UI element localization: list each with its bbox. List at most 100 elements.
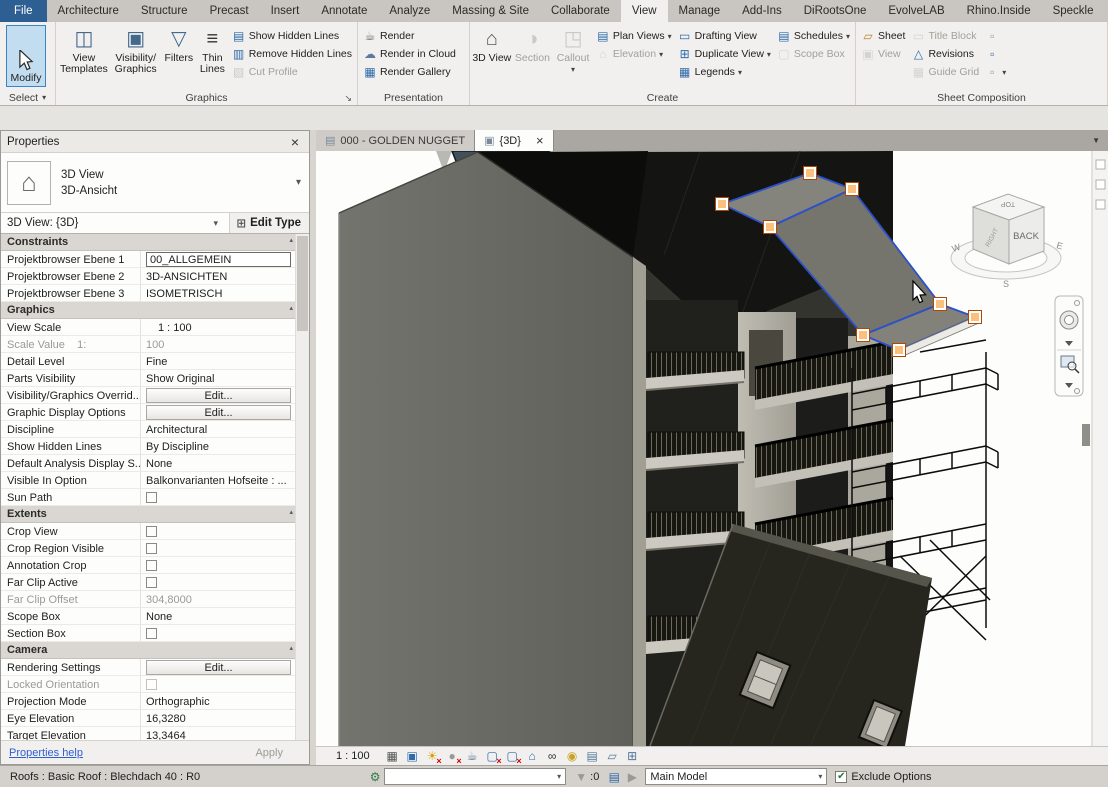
render-button[interactable]: ☕ Render [360, 27, 459, 45]
ribbon-tab-rhino-inside[interactable]: Rhino.Inside [956, 0, 1042, 22]
ribbon-tab-structure[interactable]: Structure [130, 0, 199, 22]
view-selector-dropdown-icon[interactable]: ▾ [213, 218, 229, 229]
select-panel-label[interactable]: Select▾ [2, 90, 53, 105]
section-header-camera[interactable]: Camera▴ [1, 642, 309, 659]
property-checkbox[interactable] [146, 628, 157, 639]
ribbon-tab-dirootsone[interactable]: DiRootsOne [793, 0, 878, 22]
close-view-tab-icon[interactable]: × [536, 133, 544, 148]
property-value[interactable]: Fine [141, 353, 295, 369]
section-header-constraints[interactable]: Constraints▴ [1, 234, 309, 251]
ribbon-tab-modify[interactable]: Modify [1105, 0, 1108, 22]
edit-type-button[interactable]: ⊞ Edit Type [229, 213, 309, 233]
schedules-button[interactable]: ▤ Schedules ▾ [774, 27, 853, 45]
exclude-options-checkbox[interactable]: ✔ [835, 771, 847, 783]
render-gallery-button[interactable]: ▦ Render Gallery [360, 63, 459, 81]
view-tab-1[interactable]: ▤000 - GOLDEN NUGGET [316, 130, 475, 151]
properties-scrollbar-thumb[interactable] [297, 236, 308, 331]
property-value[interactable]: Balkonvarianten Hofseite : ... [141, 472, 295, 488]
view-templates-button[interactable]: ◫ View Templates [58, 24, 110, 88]
filters-button[interactable]: ▽ Filters [162, 24, 197, 88]
property-value[interactable]: 00_ALLGEMEIN [141, 251, 295, 267]
section-button[interactable]: ◑ Section [512, 24, 554, 88]
section-collapse-icon[interactable]: ▴ [289, 236, 293, 244]
property-value[interactable]: 100 [141, 336, 295, 352]
property-value[interactable] [141, 523, 295, 539]
ribbon-tab-speckle[interactable]: Speckle [1042, 0, 1105, 22]
show-analytical-model-icon[interactable]: ▱ [604, 748, 621, 764]
property-value[interactable] [141, 574, 295, 590]
property-checkbox[interactable] [146, 577, 157, 588]
selection-filter-icon[interactable]: ▼ [572, 770, 590, 784]
ribbon-tab-insert[interactable]: Insert [260, 0, 311, 22]
property-value[interactable]: Orthographic [141, 693, 295, 709]
sheet-extra-3-button[interactable]: ▫▾ [982, 63, 1009, 81]
property-value[interactable]: 304,8000 [141, 591, 295, 607]
property-value[interactable]: Show Original [141, 370, 295, 386]
section-collapse-icon[interactable]: ▴ [289, 644, 293, 652]
temporary-hide-isolate-icon[interactable]: ∞ [544, 748, 561, 764]
ribbon-tab-file[interactable]: File [0, 0, 47, 22]
property-value[interactable]: 1 : 100 [141, 319, 295, 335]
edit-option-icon[interactable]: ▶ [623, 770, 641, 784]
property-value[interactable] [141, 557, 295, 573]
show-hidden-lines-button[interactable]: ▤ Show Hidden Lines [229, 27, 355, 45]
property-value[interactable] [141, 676, 295, 692]
plan-views-button[interactable]: ▤ Plan Views ▾ [593, 27, 675, 45]
ribbon-tab-evolvelab[interactable]: EvolveLAB [877, 0, 955, 22]
callout-button[interactable]: ◳ Callout ▾ [553, 24, 593, 88]
legends-button[interactable]: ▦ Legends ▾ [675, 63, 774, 81]
edit-button[interactable]: Edit... [146, 660, 291, 675]
ribbon-tab-annotate[interactable]: Annotate [310, 0, 378, 22]
ribbon-tab-collaborate[interactable]: Collaborate [540, 0, 621, 22]
property-checkbox[interactable] [146, 543, 157, 554]
property-checkbox[interactable] [146, 679, 157, 690]
ribbon-tab-analyze[interactable]: Analyze [378, 0, 441, 22]
ribbon-tab-manage[interactable]: Manage [668, 0, 732, 22]
apply-button[interactable]: Apply [237, 746, 301, 760]
property-value[interactable]: By Discipline [141, 438, 295, 454]
steering-wheel-icon[interactable] [1060, 311, 1078, 329]
sun-path-off-icon[interactable]: ☀× [424, 748, 441, 764]
type-dropdown-icon[interactable]: ▾ [296, 177, 303, 188]
property-value[interactable] [141, 540, 295, 556]
worksets-combobox[interactable]: ▾ [384, 768, 566, 785]
property-value[interactable]: Architectural [141, 421, 295, 437]
modify-button[interactable]: Modify [6, 25, 46, 87]
properties-close-icon[interactable]: × [287, 134, 303, 150]
viewcube-top-label[interactable]: TOP [1001, 200, 1016, 207]
visibility-graphics-button[interactable]: ▣ Visibility/ Graphics [110, 24, 162, 88]
duplicate-view-button[interactable]: ⊞ Duplicate View ▾ [675, 45, 774, 63]
view-tab-2[interactable]: ▣{3D}× [475, 130, 553, 151]
temporary-view-properties-icon[interactable]: ▤ [584, 748, 601, 764]
design-option-combobox[interactable]: Main Model ▾ [645, 768, 827, 785]
3d-view-button[interactable]: ⌂ 3D View [472, 24, 512, 88]
property-value[interactable]: 16,3280 [141, 710, 295, 726]
section-header-graphics[interactable]: Graphics▴ [1, 302, 309, 319]
edit-button[interactable]: Edit... [146, 405, 291, 420]
property-text-input[interactable]: 00_ALLGEMEIN [146, 252, 291, 267]
crop-region-off-icon[interactable]: ▢× [504, 748, 521, 764]
ribbon-tab-add-ins[interactable]: Add-Ins [731, 0, 793, 22]
drafting-view-button[interactable]: ▭ Drafting View [675, 27, 774, 45]
viewcube-front-label[interactable]: BACK [1013, 231, 1040, 242]
property-value[interactable]: ISOMETRISCH [141, 285, 295, 301]
sheet-button[interactable]: ▱ Sheet [858, 27, 908, 45]
sheet-extra-1-button[interactable]: ▫ [982, 27, 1009, 45]
section-collapse-icon[interactable]: ▴ [289, 304, 293, 312]
property-value[interactable] [141, 489, 295, 505]
viewcube-compass-south[interactable]: S [1003, 279, 1009, 289]
property-value[interactable]: 13,3464 [141, 727, 295, 740]
edit-button[interactable]: Edit... [146, 388, 291, 403]
crop-view-off-icon[interactable]: ▢× [484, 748, 501, 764]
properties-scrollbar[interactable] [295, 234, 309, 740]
section-collapse-icon[interactable]: ▴ [289, 508, 293, 516]
reveal-hidden-elements-icon[interactable]: ◉ [564, 748, 581, 764]
property-value[interactable]: 3D-ANSICHTEN [141, 268, 295, 284]
property-value[interactable]: None [141, 608, 295, 624]
show-rendering-dialog-icon[interactable]: ☕ [464, 748, 481, 764]
shadows-off-icon[interactable]: ●× [444, 748, 461, 764]
render-in-cloud-button[interactable]: ☁ Render in Cloud [360, 45, 459, 63]
design-options-icon[interactable]: ▤ [605, 770, 623, 784]
main-wall[interactable] [339, 152, 633, 746]
navigation-bar[interactable] [1055, 296, 1083, 396]
